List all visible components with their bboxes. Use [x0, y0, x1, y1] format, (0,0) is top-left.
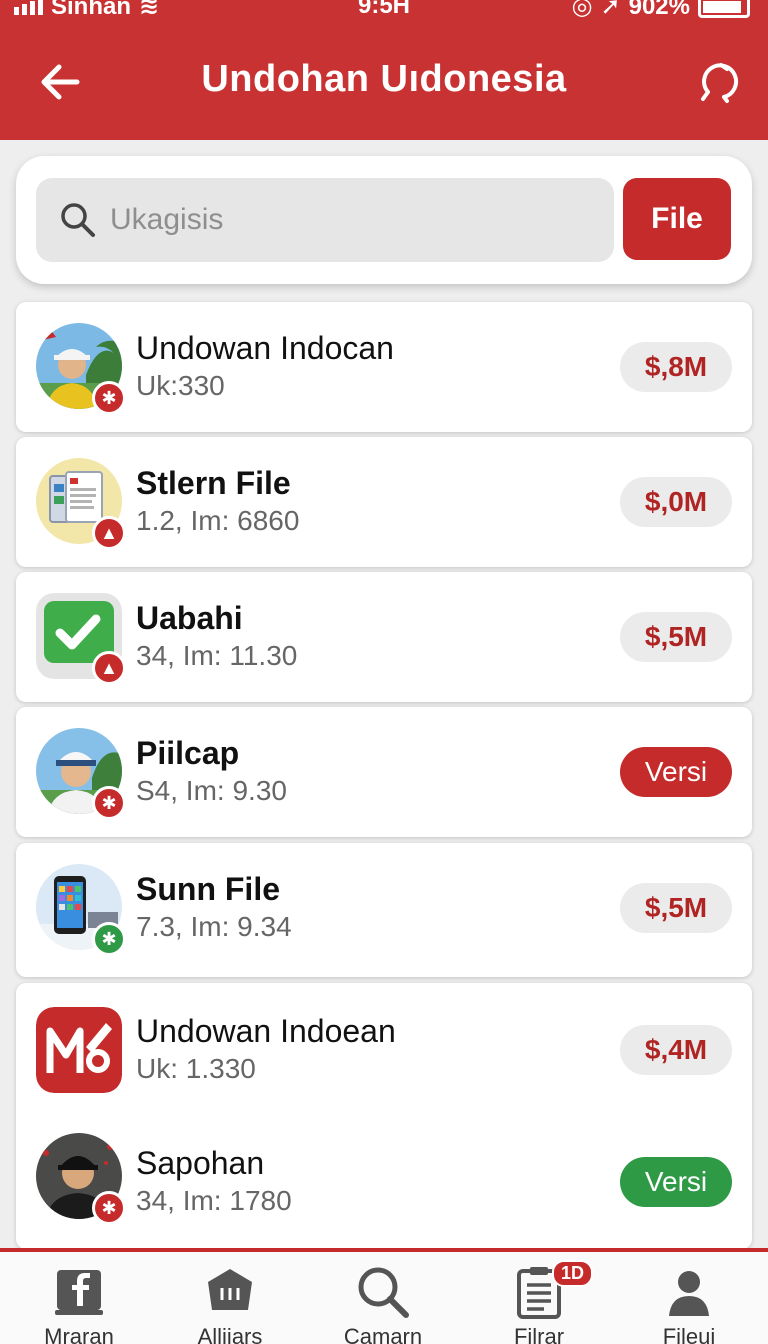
status-badge: ✱: [92, 922, 126, 956]
list-item[interactable]: ▲ Uabahi 34, Im: 11.30 $,5M: [16, 572, 752, 702]
document-icon: 1D: [511, 1260, 593, 1320]
item-title: Piilcap: [136, 735, 240, 771]
status-badge: ▲: [92, 516, 126, 550]
item-title: Sapohan: [136, 1145, 265, 1181]
nav-item-fileui[interactable]: Fileui: [614, 1264, 764, 1344]
list-item[interactable]: Undowan Indoean Uk: 1.330 $,4M: [16, 985, 752, 1115]
phone-icon: ✱: [36, 864, 126, 956]
item-title: Uabahi: [136, 600, 243, 636]
price-badge[interactable]: $,0M: [620, 477, 732, 527]
app-header: Sinhan ≋ 9:5H ◎ ➚ 902% Undohan Uıdonesia: [0, 0, 768, 140]
file-button[interactable]: File: [623, 178, 731, 260]
price-badge[interactable]: $,4M: [620, 1025, 732, 1075]
facebook-icon: [51, 1264, 107, 1320]
item-subtitle: 1.2, Im: 6860: [136, 505, 300, 536]
item-subtitle: Uk:330: [136, 370, 225, 401]
status-badge: ✱: [92, 786, 126, 820]
search-icon: [355, 1264, 411, 1320]
item-subtitle: 34, Im: 1780: [136, 1185, 292, 1216]
nav-item-alliiars[interactable]: Alliiars: [155, 1264, 305, 1344]
list-item[interactable]: ✱ Sunn File 7.3, Im: 9.34 $,5M: [16, 843, 752, 973]
nav-label: Fileui: [662, 1324, 716, 1344]
battery-percent: 902%: [628, 0, 690, 20]
refresh-button[interactable]: [690, 58, 740, 108]
nav-item-mraran[interactable]: Mraran: [4, 1264, 154, 1344]
item-subtitle: 7.3, Im: 9.34: [136, 911, 292, 942]
navigation-arrow-icon: ➚: [600, 0, 621, 20]
item-subtitle: S4, Im: 9.30: [136, 775, 287, 806]
refresh-icon: [701, 63, 739, 103]
price-badge[interactable]: $,5M: [620, 883, 732, 933]
user-icon: [661, 1264, 717, 1320]
item-title: Stlern File: [136, 465, 291, 501]
nav-item-filrar[interactable]: 1D Filrar: [464, 1260, 614, 1344]
item-subtitle: 34, Im: 11.30: [136, 640, 298, 671]
page-title: Undohan Uıdonesia: [201, 58, 567, 100]
item-title: Undowan Indocan: [136, 330, 394, 366]
versi-button[interactable]: Versi: [620, 1157, 732, 1207]
battery-icon: [698, 0, 750, 18]
search-box[interactable]: [36, 178, 614, 262]
price-badge[interactable]: $,5M: [620, 612, 732, 662]
location-icon: ◎: [571, 0, 593, 20]
nav-label: Camarn: [343, 1324, 423, 1344]
mo-logo-icon: [36, 1007, 122, 1093]
item-title: Undowan Indoean: [136, 1013, 396, 1049]
list-item[interactable]: ▲ Stlern File 1.2, Im: 6860 $,0M: [16, 437, 752, 567]
nav-label: Alliiars: [197, 1324, 263, 1344]
list-item[interactable]: ✱ Undowan Indocan Uk:330 $,8M: [16, 302, 752, 432]
nav-item-camarn[interactable]: Camarn: [308, 1264, 458, 1344]
person-photo-icon: ✱: [36, 323, 126, 415]
status-badge: ✱: [92, 1191, 126, 1225]
person-photo-icon: ✱: [36, 1133, 126, 1225]
status-badge: ▲: [92, 651, 126, 685]
list-item[interactable]: ✱ Sapohan 34, Im: 1780 Versi: [16, 1117, 752, 1247]
documents-icon: ▲: [36, 458, 126, 550]
nav-label: Filrar: [513, 1324, 565, 1344]
status-bar: Sinhan ≋ 9:5H ◎ ➚ 902%: [0, 0, 768, 20]
versi-button[interactable]: Versi: [620, 747, 732, 797]
item-title: Sunn File: [136, 871, 280, 907]
status-badge: ✱: [92, 381, 126, 415]
checkmark-app-icon: ▲: [36, 593, 126, 685]
search-icon: [58, 200, 98, 240]
notification-badge: 1D: [551, 1260, 593, 1287]
hexagon-icon: [202, 1264, 258, 1320]
item-subtitle: Uk: 1.330: [136, 1053, 256, 1084]
price-badge[interactable]: $,8M: [620, 342, 732, 392]
list-item[interactable]: ✱ Piilcap S4, Im: 9.30 Versi: [16, 707, 752, 837]
person-photo-icon: ✱: [36, 728, 126, 820]
search-input[interactable]: [110, 203, 590, 237]
search-card: File: [16, 156, 752, 284]
bottom-nav: Mraran Alliiars Camarn 1D Filrar Fileui: [0, 1248, 768, 1344]
nav-label: Mraran: [44, 1324, 114, 1344]
